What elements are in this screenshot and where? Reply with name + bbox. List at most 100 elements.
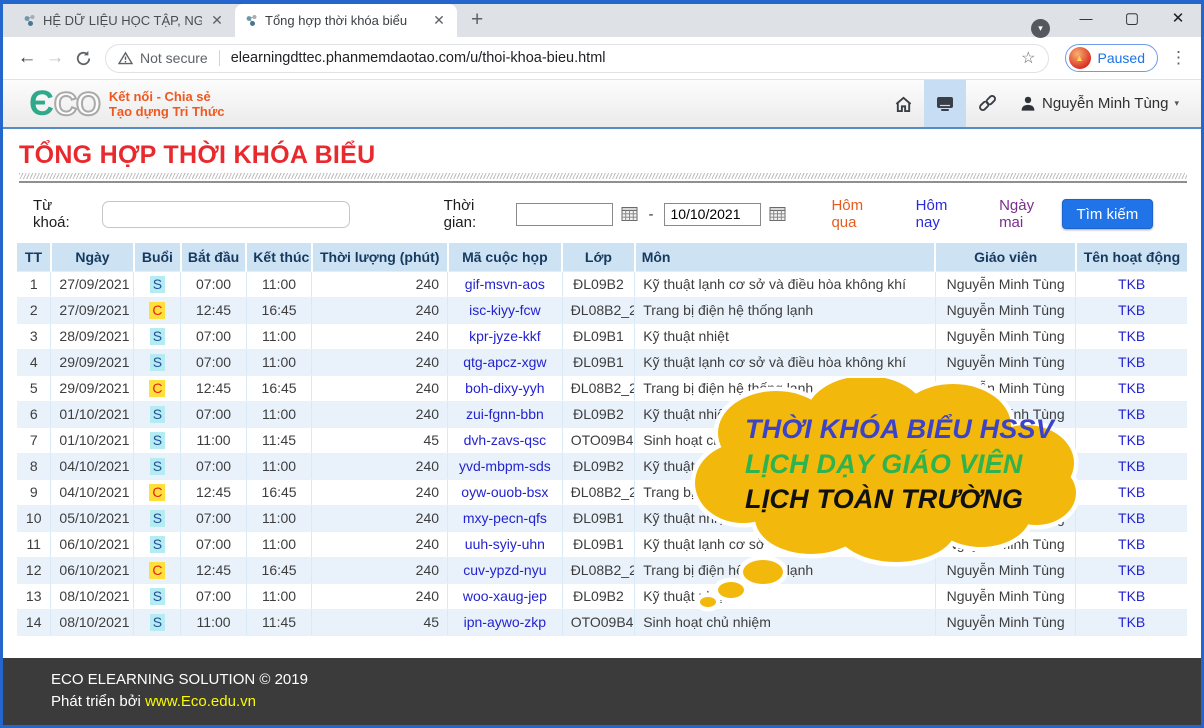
keyword-input[interactable] (102, 201, 350, 228)
cell-start: 07:00 (181, 583, 247, 609)
cell-duration: 240 (312, 453, 448, 479)
cell-activity: TKB (1076, 505, 1187, 531)
tkb-link[interactable]: TKB (1118, 276, 1145, 292)
cell-start: 12:45 (181, 557, 247, 583)
promo-thought-bubble: THỜI KHÓA BIỂU HSSV LỊCH DẠY GIÁO VIÊN L… (681, 378, 1081, 624)
maximize-button[interactable]: ▢ (1109, 4, 1155, 34)
meeting-code-link[interactable]: woo-xaug-jep (463, 588, 547, 604)
column-header: Mã cuộc họp (448, 243, 563, 271)
meeting-code-link[interactable]: mxy-pecn-qfs (463, 510, 547, 526)
quick-link-yesterday[interactable]: Hôm qua (831, 197, 891, 231)
meeting-code-link[interactable]: qtg-apcz-xgw (463, 354, 546, 370)
profile-sync-badge[interactable]: ▲ Paused (1065, 44, 1158, 72)
cell-duration: 240 (312, 583, 448, 609)
link-icon[interactable] (966, 80, 1008, 127)
calendar-icon[interactable] (621, 206, 638, 222)
forward-icon[interactable]: → (41, 47, 69, 69)
tkb-link[interactable]: TKB (1118, 614, 1145, 630)
cell-duration: 240 (312, 297, 448, 323)
meeting-code-link[interactable]: cuv-ypzd-nyu (463, 562, 546, 578)
bubble-line-3: LỊCH TOÀN TRƯỜNG (745, 482, 1054, 517)
user-menu[interactable]: Nguyễn Minh Tùng ▾ (1008, 80, 1191, 127)
media-control-button[interactable]: ▾ (1031, 19, 1050, 38)
column-header: Môn (635, 243, 936, 271)
tab-he-du-lieu[interactable]: HỆ DỮ LIỆU HỌC TẬP, NGHIÊN C ✕ (13, 4, 235, 37)
cell-code: dvh-zavs-qsc (448, 427, 563, 453)
bookmark-star-icon[interactable]: ☆ (1021, 48, 1035, 68)
cell-teacher: Nguyễn Minh Tùng (935, 271, 1075, 297)
meeting-code-link[interactable]: oyw-ouob-bsx (461, 484, 548, 500)
user-icon (1020, 95, 1036, 112)
table-row: 429/09/2021S07:0011:00240qtg-apcz-xgwĐL0… (17, 349, 1187, 375)
back-icon[interactable]: ← (13, 47, 41, 69)
site-header: Є CO Kết nối - Chia sẻ Tạo dựng Tri Thức… (3, 80, 1201, 129)
tkb-link[interactable]: TKB (1118, 380, 1145, 396)
footer-site-link[interactable]: www.Eco.edu.vn (145, 693, 256, 710)
close-button[interactable]: ✕ (1155, 4, 1201, 34)
minimize-button[interactable]: — (1063, 4, 1109, 34)
search-button[interactable]: Tìm kiếm (1062, 199, 1153, 229)
reload-icon[interactable] (69, 50, 97, 67)
cell-code: kpr-jyze-kkf (448, 323, 563, 349)
tkb-link[interactable]: TKB (1118, 510, 1145, 526)
tab-thoi-khoa-bieu[interactable]: Tổng hợp thời khóa biểu ✕ (235, 4, 457, 37)
quick-link-tomorrow[interactable]: Ngày mai (999, 197, 1062, 231)
footer-developer: Phát triển bởi www.Eco.edu.vn (51, 691, 1201, 713)
cell-class: ĐL09B2 (562, 271, 635, 297)
cell-code: uuh-syiy-uhn (448, 531, 563, 557)
address-bar[interactable]: Not secure elearningdttec.phanmemdaotao.… (105, 44, 1049, 73)
calendar-icon[interactable] (769, 206, 786, 222)
tkb-link[interactable]: TKB (1118, 302, 1145, 318)
page-title: TỔNG HỢP THỜI KHÓA BIỂU (19, 141, 1187, 170)
cell-date: 29/09/2021 (51, 375, 134, 401)
session-badge: S (150, 536, 165, 553)
cell-code: zui-fgnn-bbn (448, 401, 563, 427)
tkb-link[interactable]: TKB (1118, 406, 1145, 422)
eco-logo-co[interactable]: CO (54, 89, 100, 119)
meeting-code-link[interactable]: ipn-aywo-zkp (464, 614, 546, 630)
tkb-link[interactable]: TKB (1118, 484, 1145, 500)
tagline-1: Kết nối - Chia sẻ (109, 89, 225, 104)
meeting-code-link[interactable]: yvd-mbpm-sds (459, 458, 551, 474)
cell-teacher: Nguyễn Minh Tùng (935, 323, 1075, 349)
meeting-code-link[interactable]: dvh-zavs-qsc (464, 432, 546, 448)
date-to-input[interactable] (664, 203, 761, 226)
meeting-code-link[interactable]: boh-dixy-yyh (465, 380, 544, 396)
session-badge: S (150, 614, 165, 631)
meeting-code-link[interactable]: kpr-jyze-kkf (469, 328, 541, 344)
meeting-code-link[interactable]: uuh-syiy-uhn (465, 536, 545, 552)
cell-duration: 45 (312, 427, 448, 453)
cell-activity: TKB (1076, 297, 1187, 323)
tkb-link[interactable]: TKB (1118, 328, 1145, 344)
eco-logo[interactable]: Є (29, 89, 54, 119)
bubble-text: THỜI KHÓA BIỂU HSSV LỊCH DẠY GIÁO VIÊN L… (745, 412, 1054, 517)
cell-activity: TKB (1076, 427, 1187, 453)
quick-link-today[interactable]: Hôm nay (916, 197, 975, 231)
new-tab-button[interactable]: + (471, 8, 483, 32)
tab-close-icon[interactable]: ✕ (431, 12, 447, 29)
tkb-link[interactable]: TKB (1118, 432, 1145, 448)
browser-menu-icon[interactable]: ⋮ (1170, 48, 1187, 68)
home-icon[interactable] (882, 80, 924, 127)
cell-code: cuv-ypzd-nyu (448, 557, 563, 583)
cell-class: ĐL09B1 (562, 505, 635, 531)
date-from-input[interactable] (516, 203, 613, 226)
url-text[interactable]: elearningdttec.phanmemdaotao.com/u/thoi-… (231, 50, 606, 66)
tkb-link[interactable]: TKB (1118, 354, 1145, 370)
elearning-screen-icon[interactable] (924, 80, 966, 127)
meeting-code-link[interactable]: zui-fgnn-bbn (466, 406, 544, 422)
meeting-code-link[interactable]: isc-kiyy-fcw (469, 302, 541, 318)
tkb-link[interactable]: TKB (1118, 588, 1145, 604)
cell-duration: 240 (312, 375, 448, 401)
tkb-link[interactable]: TKB (1118, 458, 1145, 474)
security-label[interactable]: Not secure (140, 50, 208, 66)
tab-close-icon[interactable]: ✕ (209, 12, 225, 29)
tagline-2: Tạo dựng Tri Thức (109, 104, 225, 119)
cell-subject: Kỹ thuật nhiệt (635, 323, 936, 349)
tkb-link[interactable]: TKB (1118, 562, 1145, 578)
session-badge: C (149, 484, 165, 501)
tab-strip: HỆ DỮ LIỆU HỌC TẬP, NGHIÊN C ✕ Tổng hợp … (3, 4, 1201, 37)
session-badge: S (150, 588, 165, 605)
tkb-link[interactable]: TKB (1118, 536, 1145, 552)
meeting-code-link[interactable]: gif-msvn-aos (465, 276, 545, 292)
